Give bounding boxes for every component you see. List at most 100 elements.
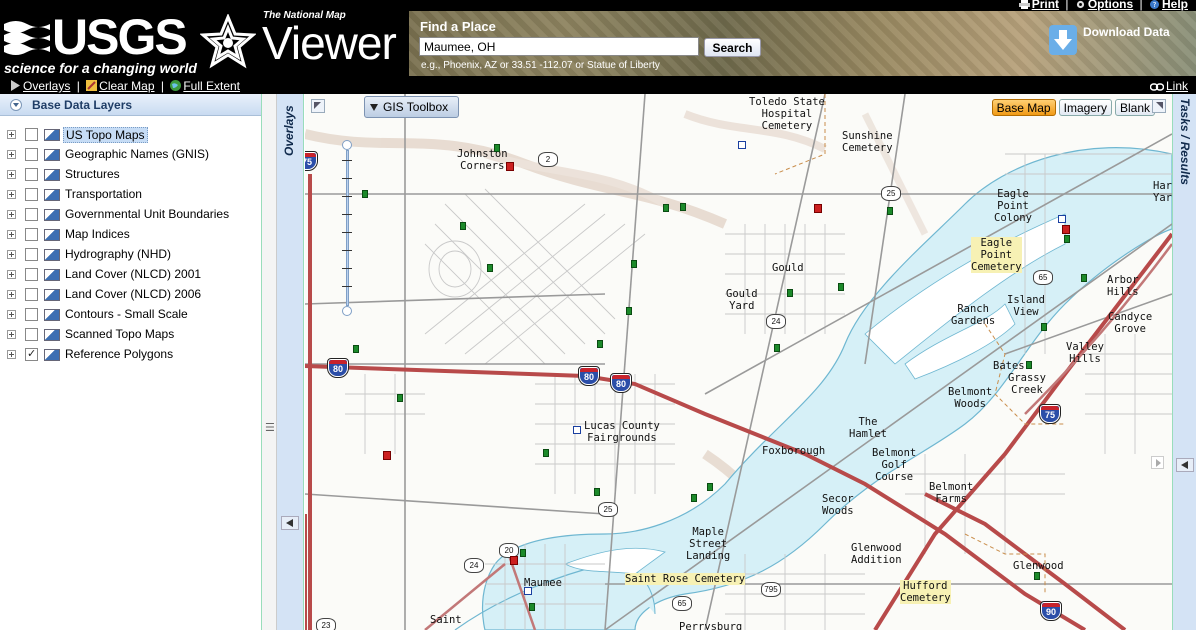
full-extent-link[interactable]: Full Extent: [183, 79, 240, 93]
layer-label[interactable]: Governmental Unit Boundaries: [63, 207, 231, 221]
poi-marker[interactable]: [543, 449, 549, 457]
splitter-grip-icon[interactable]: ☰: [265, 421, 275, 434]
layer-row[interactable]: Governmental Unit Boundaries: [0, 205, 261, 225]
download-data-button[interactable]: Download Data: [1049, 23, 1189, 59]
pan-right-arrow-icon[interactable]: [1151, 456, 1164, 469]
layer-checkbox[interactable]: [25, 168, 38, 181]
map-canvas[interactable]: [305, 94, 1172, 630]
poi-marker[interactable]: [362, 190, 368, 198]
layer-checkbox[interactable]: [25, 228, 38, 241]
layer-label[interactable]: Scanned Topo Maps: [63, 327, 176, 341]
expand-plus-icon[interactable]: [7, 350, 16, 359]
poi-marker-red[interactable]: [510, 556, 518, 565]
expand-plus-icon[interactable]: [7, 190, 16, 199]
layer-checkbox[interactable]: [25, 148, 38, 161]
poi-marker-red[interactable]: [814, 204, 822, 213]
expand-plus-icon[interactable]: [7, 170, 16, 179]
basemap-button-imagery[interactable]: Imagery: [1058, 99, 1112, 116]
overlays-side-tab[interactable]: Overlays: [277, 94, 304, 630]
layer-checkbox[interactable]: [25, 328, 38, 341]
find-place-input[interactable]: [419, 37, 699, 56]
poi-marker[interactable]: [1026, 361, 1032, 369]
link-button[interactable]: Link: [1149, 79, 1188, 93]
clear-map-link[interactable]: Clear Map: [99, 79, 154, 93]
poi-marker[interactable]: [787, 289, 793, 297]
poi-marker[interactable]: [487, 264, 493, 272]
layer-checkbox[interactable]: [25, 208, 38, 221]
layer-row[interactable]: Map Indices: [0, 225, 261, 245]
panel-splitter[interactable]: ☰: [262, 94, 277, 630]
layer-row[interactable]: Scanned Topo Maps: [0, 325, 261, 345]
print-link[interactable]: Print: [1032, 0, 1059, 11]
poi-marker-blue[interactable]: [1058, 215, 1066, 223]
poi-marker[interactable]: [529, 603, 535, 611]
layer-checkbox[interactable]: [25, 128, 38, 141]
poi-marker[interactable]: [494, 144, 500, 152]
poi-marker[interactable]: [626, 307, 632, 315]
zoom-out-icon[interactable]: [342, 306, 352, 316]
map-collapse-corner-icon[interactable]: [1152, 99, 1166, 113]
poi-marker[interactable]: [631, 260, 637, 268]
expand-plus-icon[interactable]: [7, 210, 16, 219]
poi-marker-red[interactable]: [506, 162, 514, 171]
poi-marker-red[interactable]: [1062, 225, 1070, 234]
layer-row[interactable]: Transportation: [0, 185, 261, 205]
expand-plus-icon[interactable]: [7, 150, 16, 159]
usgs-logo[interactable]: USGS science for a changing world: [2, 8, 197, 78]
layer-label[interactable]: Transportation: [63, 187, 144, 201]
tasks-results-side-tab[interactable]: Tasks / Results: [1172, 94, 1196, 630]
layer-checkbox[interactable]: [25, 248, 38, 261]
poi-marker[interactable]: [597, 340, 603, 348]
layer-row[interactable]: Reference Polygons: [0, 345, 261, 365]
poi-marker-red[interactable]: [383, 451, 391, 460]
layer-checkbox[interactable]: [25, 188, 38, 201]
basemap-button-blank[interactable]: Blank: [1114, 99, 1155, 116]
layer-row[interactable]: Land Cover (NLCD) 2001: [0, 265, 261, 285]
poi-marker[interactable]: [1064, 235, 1070, 243]
layer-label[interactable]: Contours - Small Scale: [63, 307, 190, 321]
layer-label[interactable]: Hydrography (NHD): [63, 247, 173, 261]
zoom-slider[interactable]: [342, 140, 352, 316]
layer-checkbox[interactable]: [25, 347, 38, 361]
poi-marker-blue[interactable]: [573, 426, 581, 434]
poi-marker[interactable]: [680, 203, 686, 211]
layer-row[interactable]: Structures: [0, 165, 261, 185]
poi-marker[interactable]: [460, 222, 466, 230]
poi-marker[interactable]: [887, 207, 893, 215]
poi-marker[interactable]: [1041, 323, 1047, 331]
expand-plus-icon[interactable]: [7, 230, 16, 239]
layer-row[interactable]: Land Cover (NLCD) 2006: [0, 285, 261, 305]
poi-marker[interactable]: [707, 483, 713, 491]
zoom-track[interactable]: [346, 150, 349, 306]
poi-marker[interactable]: [594, 488, 600, 496]
layer-label[interactable]: Reference Polygons: [63, 347, 175, 361]
expand-plus-icon[interactable]: [7, 330, 16, 339]
gis-toolbox-button[interactable]: GIS Toolbox: [364, 96, 459, 118]
layer-label[interactable]: Map Indices: [63, 227, 132, 241]
layer-label[interactable]: Structures: [63, 167, 122, 181]
map-collapse-corner-icon[interactable]: [311, 99, 325, 113]
poi-marker[interactable]: [353, 345, 359, 353]
layer-checkbox[interactable]: [25, 288, 38, 301]
search-button[interactable]: Search: [704, 38, 761, 57]
expand-left-arrow-icon[interactable]: [1176, 458, 1194, 472]
layer-checkbox[interactable]: [25, 268, 38, 281]
layer-label[interactable]: Land Cover (NLCD) 2001: [63, 267, 203, 281]
poi-marker[interactable]: [1081, 274, 1087, 282]
layers-panel-header[interactable]: Base Data Layers: [0, 94, 261, 116]
expand-plus-icon[interactable]: [7, 250, 16, 259]
overlays-link[interactable]: Overlays: [23, 79, 70, 93]
poi-marker[interactable]: [1034, 572, 1040, 580]
layer-label[interactable]: US Topo Maps: [63, 127, 148, 143]
layer-label[interactable]: Geographic Names (GNIS): [63, 147, 211, 161]
collapse-icon[interactable]: [10, 99, 22, 111]
layer-checkbox[interactable]: [25, 308, 38, 321]
poi-marker[interactable]: [838, 283, 844, 291]
layer-label[interactable]: Land Cover (NLCD) 2006: [63, 287, 203, 301]
expand-plus-icon[interactable]: [7, 270, 16, 279]
poi-marker[interactable]: [691, 494, 697, 502]
layer-row[interactable]: Contours - Small Scale: [0, 305, 261, 325]
expand-plus-icon[interactable]: [7, 290, 16, 299]
map-view[interactable]: Johnston Corners Toledo State Hospital C…: [305, 94, 1172, 630]
options-link[interactable]: Options: [1088, 0, 1133, 11]
